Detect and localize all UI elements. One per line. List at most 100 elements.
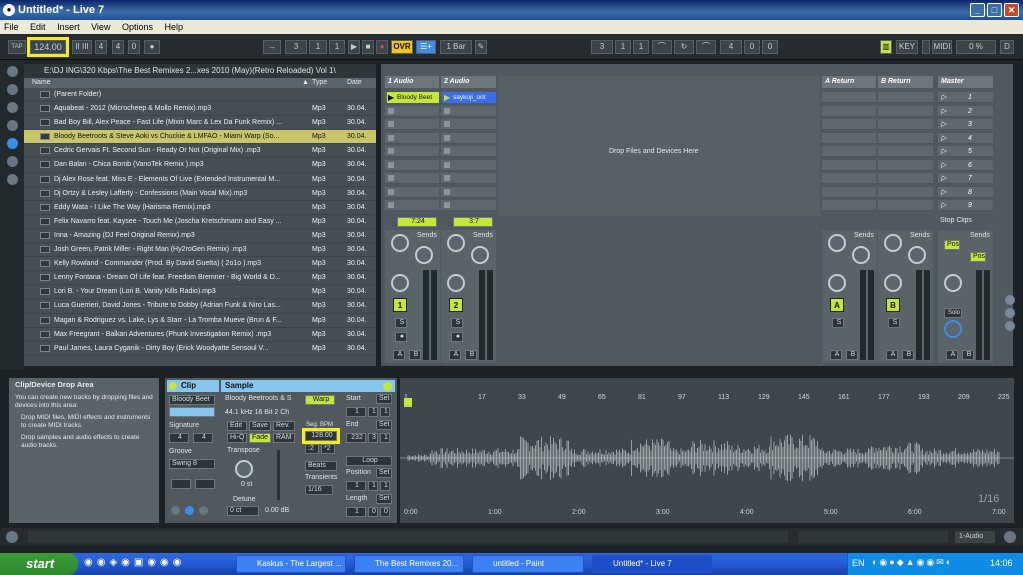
send-b-knob[interactable]	[415, 246, 433, 264]
task-live[interactable]: Untitled* - Live 7	[592, 555, 712, 573]
warp-button[interactable]: Warp	[305, 395, 335, 405]
clip-name-field[interactable]: Bloody Beet	[169, 395, 215, 405]
clip-slot[interactable]	[441, 186, 496, 198]
tray-icons[interactable]: ◐◉●◆▲◉◉✉◐	[872, 557, 953, 568]
return-header-b[interactable]: B Return	[878, 76, 933, 88]
menu-options[interactable]: Options	[122, 22, 153, 32]
bar-ruler[interactable]: 1173349658197113129145161177193209225	[400, 394, 1014, 404]
stop-all-clips-button[interactable]: Stop Clips	[938, 217, 993, 227]
scene-play-icon[interactable]: ▷	[941, 106, 946, 117]
post-button[interactable]: Post	[970, 252, 986, 262]
loop-button[interactable]: Loop	[346, 456, 392, 466]
clip-slot[interactable]	[385, 146, 439, 157]
track-activator[interactable]: B	[886, 298, 900, 312]
loop-start-bar[interactable]: 3	[591, 40, 613, 54]
scene-launch-8[interactable]: ▷ 8	[938, 186, 993, 198]
browser-row[interactable]: Eddy Wata - I Like The Way (Harisma Remi…	[24, 201, 376, 215]
crossfade-a-button[interactable]: A	[886, 350, 898, 360]
drop-zone[interactable]: Drop Files and Devices Here	[499, 76, 820, 216]
midi-map-button[interactable]: MIDI	[932, 40, 952, 54]
scene-play-icon[interactable]: ▷	[941, 92, 946, 103]
solo-button[interactable]: S	[832, 318, 844, 328]
menu-edit[interactable]: Edit	[30, 22, 46, 32]
clip-loop-icon[interactable]	[383, 382, 392, 391]
send-a-knob[interactable]	[884, 234, 902, 252]
loop-length-beat[interactable]: 0	[744, 40, 760, 54]
menu-help[interactable]: Help	[165, 22, 184, 32]
send-b-knob[interactable]	[471, 246, 489, 264]
length-bar[interactable]: 1	[346, 507, 366, 517]
scene-launch-4[interactable]: ▷ 4	[938, 132, 993, 144]
waveform-display[interactable]	[400, 410, 1014, 506]
bpm-half-button[interactable]: :2	[305, 444, 319, 454]
slot-stop-icon[interactable]	[388, 202, 394, 208]
transients-select[interactable]: 1/16	[305, 485, 333, 495]
clip-2-play-icon[interactable]: ▶	[444, 93, 450, 102]
arrangement-sixteenth[interactable]: 1	[329, 40, 345, 54]
browser-row[interactable]: Josh Green, Patrik Miller - Right Man (H…	[24, 243, 376, 258]
clip-activator-icon[interactable]	[169, 382, 177, 390]
start-marker[interactable]	[404, 398, 412, 407]
loop-start-beat[interactable]: 1	[615, 40, 631, 54]
tap-button[interactable]: TAP	[8, 40, 26, 54]
loop-length-sixteenth[interactable]: 0	[762, 40, 778, 54]
scene-play-icon[interactable]: ▷	[941, 119, 946, 130]
ram-button[interactable]: RAM	[273, 433, 295, 443]
position-set-button[interactable]: Set	[376, 468, 392, 478]
task-paint[interactable]: untitled - Paint	[472, 555, 584, 573]
slot-stop-icon[interactable]	[388, 121, 394, 127]
bpm-double-button[interactable]: *2	[321, 444, 335, 454]
slot-stop-icon[interactable]	[444, 148, 450, 154]
menu-view[interactable]: View	[91, 22, 110, 32]
send-a-knob[interactable]	[828, 234, 846, 252]
hiq-button[interactable]: Hi-Q	[227, 433, 247, 443]
browser-toggle-icon[interactable]	[7, 66, 18, 77]
save-button[interactable]: Save	[249, 421, 271, 431]
crossfade-b-button[interactable]: B	[962, 350, 974, 360]
slot-stop-icon[interactable]	[388, 107, 394, 114]
position-bar[interactable]: 1	[346, 481, 366, 491]
play-button[interactable]: ▶	[348, 40, 360, 54]
crossfade-b-button[interactable]: B	[465, 350, 477, 360]
sample-editor[interactable]: 1173349658197113129145161177193209225 0:…	[400, 378, 1014, 523]
end-bar[interactable]: 232	[346, 433, 366, 443]
selected-track-label[interactable]: 1-Audio	[955, 531, 995, 543]
slot-stop-icon[interactable]	[444, 188, 450, 195]
slot-stop-icon[interactable]	[444, 161, 450, 168]
browser-row[interactable]: Max Freegrant - Balkan Adventures (Phunk…	[24, 328, 376, 342]
clip-slot[interactable]	[385, 186, 439, 198]
crossfade-a-button[interactable]: A	[449, 350, 461, 360]
clip-slot[interactable]	[385, 159, 439, 171]
punch-out-icon[interactable]: ⌒	[696, 40, 716, 54]
start-bar[interactable]: 1	[346, 407, 366, 417]
pan-knob[interactable]	[884, 274, 902, 292]
track-header-2[interactable]: 2 Audio	[441, 76, 496, 88]
arm-button[interactable]: ●	[451, 332, 463, 342]
task-explorer[interactable]: The Best Remixes 20...	[354, 555, 464, 573]
menu-insert[interactable]: Insert	[57, 22, 80, 32]
key-map-button[interactable]: KEY	[896, 40, 918, 54]
arm-button[interactable]: ●	[395, 332, 407, 342]
scene-play-icon[interactable]: ▷	[941, 146, 946, 157]
tempo-field[interactable]: 124.00	[27, 37, 69, 57]
minimize-button[interactable]: _	[970, 3, 985, 17]
clip-sig-num[interactable]: 4	[169, 433, 189, 443]
sample-tab[interactable]: Sample	[221, 380, 395, 392]
sends-toggle-icon[interactable]	[1005, 308, 1015, 318]
language-indicator[interactable]: EN	[852, 558, 865, 568]
crossfade-b-button[interactable]: B	[409, 350, 421, 360]
metronome-count[interactable]: 0	[128, 40, 140, 54]
slot-stop-icon[interactable]	[444, 202, 450, 208]
scene-launch-1[interactable]: ▷ 1	[938, 92, 993, 103]
crossfade-a-button[interactable]: A	[393, 350, 405, 360]
scene-launch-6[interactable]: ▷ 6	[938, 159, 993, 171]
transpose-knob[interactable]	[235, 460, 253, 478]
quantize-icon[interactable]: ☰+	[416, 40, 436, 54]
scene-play-icon[interactable]: ▷	[941, 187, 946, 198]
browser-row[interactable]: Aquabeat - 2012 (Microcheep & Mollo Remi…	[24, 102, 376, 117]
clip-slot-1-1[interactable]: Bloody Beet	[387, 92, 439, 103]
envelope-box-icon[interactable]	[199, 506, 208, 515]
send-a-knob[interactable]	[447, 234, 465, 252]
length-set-button[interactable]: Set	[376, 494, 392, 504]
crossfade-b-button[interactable]: B	[902, 350, 914, 360]
